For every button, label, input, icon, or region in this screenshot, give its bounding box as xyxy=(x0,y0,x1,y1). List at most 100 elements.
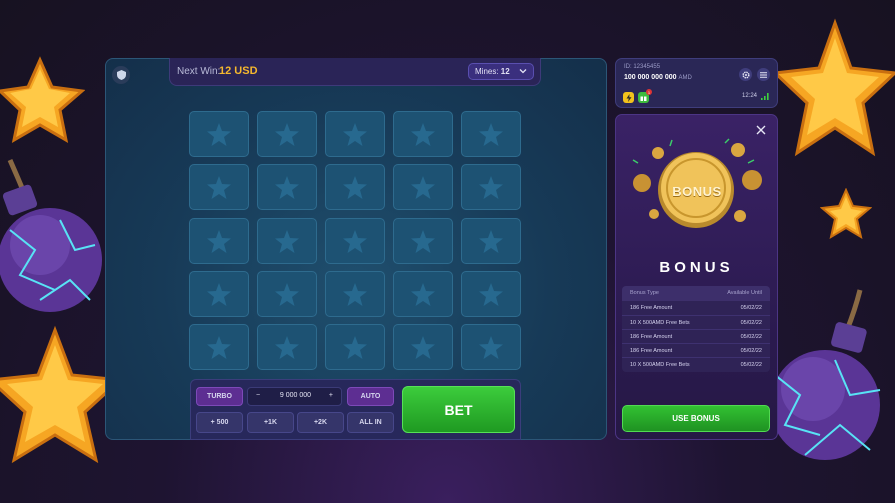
star-icon xyxy=(411,335,435,359)
mine-tile[interactable] xyxy=(189,324,249,370)
provably-fair-button[interactable] xyxy=(112,66,130,84)
mine-tile[interactable] xyxy=(325,218,385,264)
bonus-table: Bonus Type Available Until 186 Free Amou… xyxy=(622,286,770,372)
mine-tile[interactable] xyxy=(461,218,521,264)
star-icon xyxy=(479,122,503,146)
mine-tile[interactable] xyxy=(257,218,317,264)
bet-button[interactable]: BET xyxy=(402,386,515,433)
star-icon xyxy=(479,175,503,199)
star-icon xyxy=(275,335,299,359)
star-icon xyxy=(207,175,231,199)
star-icon xyxy=(343,229,367,253)
star-icon xyxy=(343,175,367,199)
mine-tile[interactable] xyxy=(189,218,249,264)
mine-tile[interactable] xyxy=(461,164,521,210)
mine-tile[interactable] xyxy=(461,111,521,157)
next-win-bar: Next Win: 12 USD Mines: 12 xyxy=(169,58,541,86)
lightning-button[interactable] xyxy=(623,92,634,103)
bonus-until: 05/02/22 xyxy=(740,320,762,326)
balance-currency: AMD xyxy=(678,75,692,81)
all-in-button[interactable]: ALL IN xyxy=(347,412,394,433)
bonus-until: 05/02/22 xyxy=(740,348,762,354)
bonus-type: 10 X 500AMD Free Bets xyxy=(630,320,690,326)
table-row[interactable]: 186 Free Amount 05/02/22 xyxy=(622,301,770,316)
bonus-type: 186 Free Amount xyxy=(630,334,673,340)
star-icon xyxy=(207,229,231,253)
mine-tile[interactable] xyxy=(189,111,249,157)
mine-tile[interactable] xyxy=(325,164,385,210)
mines-select[interactable]: Mines: 12 xyxy=(468,63,534,80)
mine-tile[interactable] xyxy=(325,111,385,157)
mine-tile[interactable] xyxy=(393,324,453,370)
star-icon xyxy=(275,175,299,199)
bonus-until: 05/02/22 xyxy=(740,305,762,311)
decor-star-top-left xyxy=(0,56,85,143)
bonus-until: 05/02/22 xyxy=(740,334,762,340)
bonus-coin-text: BONUS xyxy=(672,184,722,199)
mine-tile[interactable] xyxy=(325,324,385,370)
mine-tile[interactable] xyxy=(257,164,317,210)
star-icon xyxy=(343,335,367,359)
bonus-type: 186 Free Amount xyxy=(630,348,673,354)
mines-label: Mines: xyxy=(475,67,499,76)
account-id: ID: 12345455 xyxy=(624,64,661,70)
mine-tile[interactable] xyxy=(325,271,385,317)
star-icon xyxy=(207,335,231,359)
star-icon xyxy=(479,229,503,253)
star-icon xyxy=(275,282,299,306)
shield-icon xyxy=(116,70,126,80)
star-icon xyxy=(479,282,503,306)
menu-button[interactable] xyxy=(757,68,770,81)
next-win-label: Next Win: xyxy=(177,66,221,77)
mine-tile[interactable] xyxy=(189,164,249,210)
mine-tile[interactable] xyxy=(189,271,249,317)
account-panel: ID: 12345455 100 000 000 000 AMD 1 12:24 xyxy=(615,58,778,108)
table-row[interactable]: 10 X 500AMD Free Bets 05/02/22 xyxy=(622,357,770,372)
mine-tile[interactable] xyxy=(257,271,317,317)
bonus-until: 05/02/22 xyxy=(740,362,762,368)
mine-tile[interactable] xyxy=(393,271,453,317)
decor-star-small-right xyxy=(820,188,872,240)
add-2k-button[interactable]: +2K xyxy=(297,412,344,433)
mine-tile[interactable] xyxy=(461,324,521,370)
clock-time: 12:24 xyxy=(742,93,758,99)
close-icon[interactable] xyxy=(756,125,766,135)
star-icon xyxy=(411,122,435,146)
mine-tile[interactable] xyxy=(393,164,453,210)
decor-star-top-right xyxy=(775,18,895,157)
notification-badge: 1 xyxy=(646,89,652,95)
add-1k-button[interactable]: +1K xyxy=(247,412,294,433)
bonus-type: 10 X 500AMD Free Bets xyxy=(630,362,690,368)
mine-tile[interactable] xyxy=(257,111,317,157)
auto-button[interactable]: AUTO xyxy=(347,387,394,406)
increase-bet-button[interactable]: + xyxy=(329,392,333,399)
star-icon xyxy=(411,229,435,253)
star-icon xyxy=(207,122,231,146)
mine-tile[interactable] xyxy=(393,111,453,157)
next-win-value: 12 USD xyxy=(219,65,258,77)
bonus-title: BONUS xyxy=(659,259,734,276)
column-bonus-type: Bonus Type xyxy=(630,290,659,296)
menu-icon xyxy=(760,71,767,78)
table-header: Bonus Type Available Until xyxy=(622,286,770,301)
signal-icon xyxy=(761,93,769,100)
bonus-type: 186 Free Amount xyxy=(630,305,673,311)
star-icon xyxy=(479,335,503,359)
column-available-until: Available Until xyxy=(727,290,762,296)
account-balance: 100 000 000 000 AMD xyxy=(624,74,692,81)
use-bonus-button[interactable]: USE BONUS xyxy=(622,405,770,432)
settings-button[interactable] xyxy=(739,68,752,81)
mine-tile[interactable] xyxy=(461,271,521,317)
chevron-down-icon xyxy=(519,69,527,74)
add-500-button[interactable]: + 500 xyxy=(196,412,243,433)
mine-tile[interactable] xyxy=(393,218,453,264)
balance-value: 100 000 000 000 xyxy=(624,74,677,81)
star-icon xyxy=(411,282,435,306)
bet-amount-stepper[interactable]: − 9 000 000 + xyxy=(247,387,342,406)
mine-tile[interactable] xyxy=(257,324,317,370)
star-icon xyxy=(275,122,299,146)
star-icon xyxy=(343,282,367,306)
turbo-button[interactable]: TURBO xyxy=(196,387,243,406)
mines-value: 12 xyxy=(500,67,510,76)
gear-icon xyxy=(741,70,750,79)
